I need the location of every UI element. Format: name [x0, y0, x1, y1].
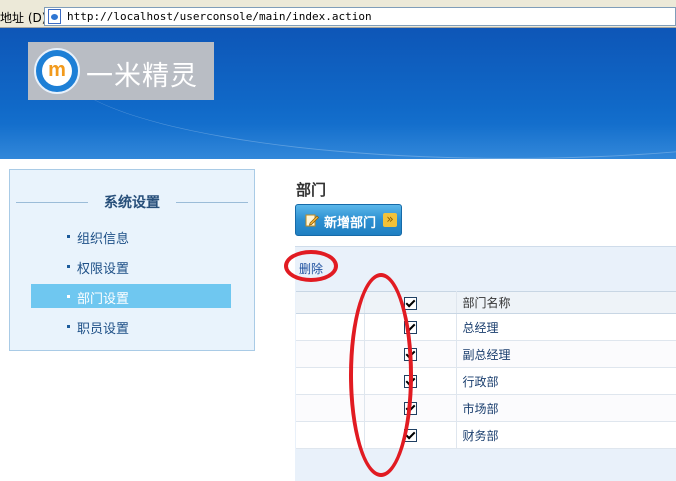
url-text[interactable]: http://localhost/userconsole/main/index.… — [67, 10, 372, 23]
department-name: 副总经理 — [456, 340, 676, 368]
sidebar-item-label: 组织信息 — [77, 232, 130, 247]
sidebar: 系统设置 组织信息 权限设置 部门设置 职员设置 — [9, 169, 255, 351]
table-header-row: 部门名称 — [296, 291, 676, 314]
sidebar-item-departments[interactable]: 部门设置 — [31, 284, 231, 308]
department-name: 行政部 — [456, 367, 676, 395]
page-title: 部门 — [296, 181, 327, 199]
select-all-checkbox[interactable] — [403, 296, 417, 310]
chevron-down-icon[interactable]: » — [383, 212, 397, 227]
column-header-name: 部门名称 — [456, 291, 676, 314]
bullet-icon — [67, 265, 70, 268]
logo-text: 一米精灵 — [86, 61, 198, 92]
annotation-oval-delete — [284, 250, 338, 282]
sidebar-item-staff[interactable]: 职员设置 — [31, 314, 231, 338]
sidebar-title: 系统设置 — [104, 195, 160, 211]
pencil-icon — [305, 214, 319, 227]
logo-mark-letter: m — [48, 59, 66, 81]
banner-shine — [0, 124, 676, 159]
logo-mark-icon: m — [34, 48, 80, 94]
sidebar-item-label: 权限设置 — [77, 262, 130, 277]
bullet-icon — [67, 295, 70, 298]
address-bar: 地址 (D) http://localhost/userconsole/main… — [0, 6, 676, 28]
sidebar-header: 系统设置 — [16, 192, 248, 212]
department-name: 市场部 — [456, 394, 676, 422]
logo: m 一米精灵 — [28, 42, 214, 100]
header-banner: m 一米精灵 — [0, 28, 676, 159]
add-department-label: 新增部门 — [324, 216, 377, 231]
bullet-icon — [67, 235, 70, 238]
annotation-oval-checkboxes — [349, 273, 413, 477]
sidebar-item-permissions[interactable]: 权限设置 — [31, 254, 231, 278]
department-name: 总经理 — [456, 313, 676, 341]
sidebar-item-label: 职员设置 — [77, 322, 130, 337]
sidebar-item-label: 部门设置 — [77, 292, 130, 307]
department-name: 财务部 — [456, 421, 676, 449]
add-department-button[interactable]: 新增部门 » — [295, 204, 402, 236]
sidebar-item-org-info[interactable]: 组织信息 — [31, 224, 231, 248]
bullet-icon — [67, 325, 70, 328]
address-label: 地址 (D) — [0, 11, 47, 25]
page-icon — [48, 9, 61, 24]
url-field[interactable]: http://localhost/userconsole/main/index.… — [44, 7, 676, 26]
